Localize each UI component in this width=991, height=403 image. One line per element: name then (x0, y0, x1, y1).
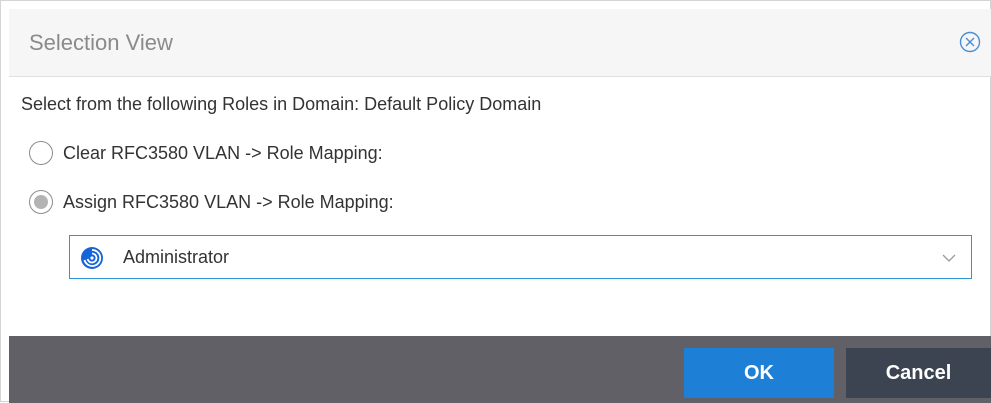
dialog-header: Selection View (9, 9, 991, 77)
dialog-title: Selection View (29, 30, 173, 55)
assign-mapping-label: Assign RFC3580 VLAN -> Role Mapping: (63, 191, 394, 212)
role-swirl-icon (81, 247, 103, 269)
role-select-value: Administrator (123, 247, 230, 267)
close-icon[interactable] (959, 31, 981, 53)
selection-view-dialog: Selection View Select from the following… (0, 0, 991, 403)
instruction-text: Select from the following Roles in Domai… (21, 94, 542, 114)
chevron-down-icon[interactable] (941, 250, 957, 266)
ok-button[interactable]: OK (684, 348, 834, 398)
clear-mapping-radio[interactable] (29, 141, 53, 165)
cancel-button[interactable]: Cancel (846, 348, 991, 398)
assign-mapping-option[interactable]: Assign RFC3580 VLAN -> Role Mapping: (29, 188, 394, 216)
assign-mapping-radio[interactable] (29, 190, 53, 214)
clear-mapping-option[interactable]: Clear RFC3580 VLAN -> Role Mapping: (29, 139, 383, 167)
role-select[interactable]: Administrator (69, 235, 972, 279)
clear-mapping-label: Clear RFC3580 VLAN -> Role Mapping: (63, 142, 383, 163)
dialog-footer: OK Cancel (9, 336, 991, 403)
